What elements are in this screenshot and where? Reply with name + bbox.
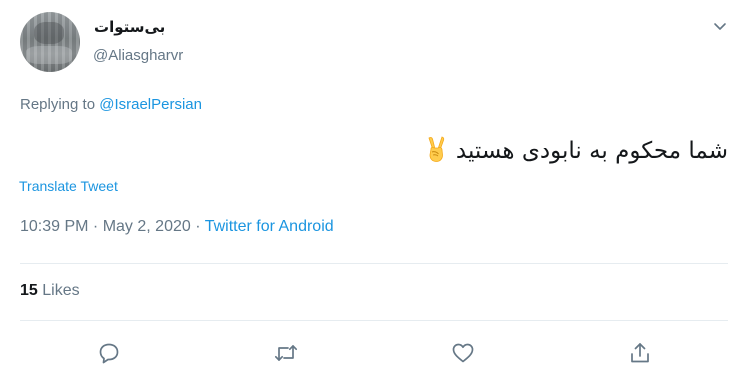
avatar-detail (34, 22, 64, 44)
heart-icon (450, 340, 476, 366)
likes-label: Likes (42, 282, 80, 299)
share-icon (627, 340, 653, 366)
chevron-down-icon[interactable] (712, 18, 728, 34)
tweet-time[interactable]: 10:39 PM (20, 218, 88, 235)
avatar[interactable] (20, 12, 80, 72)
tweet-card: بی‌ستوات @Aliasgharvr Replying to @Israe… (0, 0, 748, 381)
like-button[interactable] (450, 340, 476, 366)
tweet-body: شما محکوم به نابودی هستید (455, 138, 728, 164)
likes-count: 15 (20, 282, 38, 299)
separator: · (190, 218, 205, 235)
user-handle[interactable]: @Aliasgharvr (93, 47, 183, 64)
avatar-detail (26, 46, 72, 64)
tweet-text: شما محکوم به نابودی هستید (417, 133, 728, 174)
divider (20, 263, 728, 264)
retweet-icon (273, 340, 299, 366)
tweet-source-link[interactable]: Twitter for Android (205, 218, 334, 235)
share-button[interactable] (627, 340, 653, 366)
divider (20, 320, 728, 321)
display-name[interactable]: بی‌ستوات (94, 18, 165, 36)
likes-stat[interactable]: 15 Likes (20, 282, 80, 300)
tweet-date[interactable]: May 2, 2020 (103, 218, 191, 235)
mention-link[interactable]: @IsraelPersian (99, 96, 202, 113)
reply-icon (96, 340, 122, 366)
victory-hand-emoji (423, 135, 449, 174)
translate-tweet-link[interactable]: Translate Tweet (19, 178, 118, 194)
tweet-metadata: 10:39 PM · May 2, 2020 · Twitter for And… (20, 218, 334, 236)
separator: · (88, 218, 103, 235)
replying-prefix: Replying to (20, 96, 100, 113)
retweet-button[interactable] (273, 340, 299, 366)
reply-button[interactable] (96, 340, 122, 366)
replying-to: Replying to @IsraelPersian (20, 96, 202, 113)
